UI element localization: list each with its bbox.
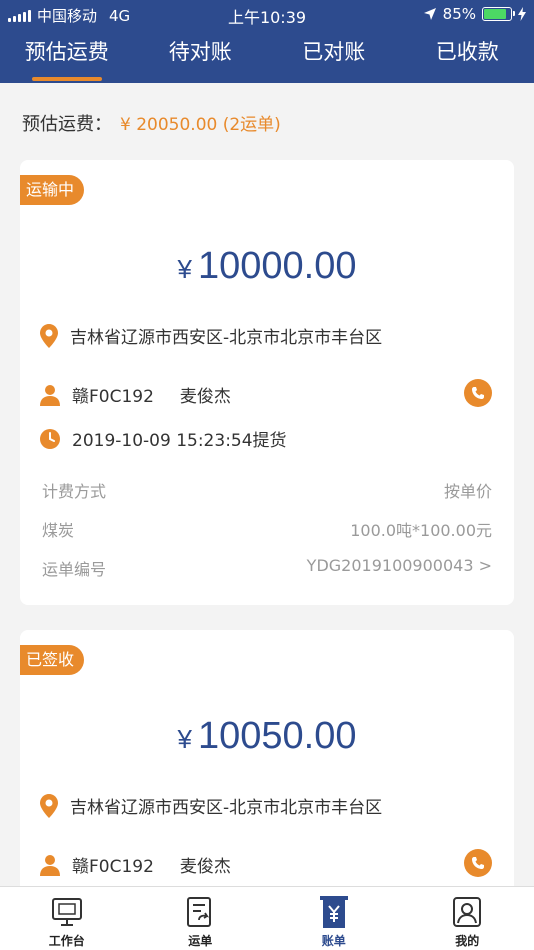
billing-method-row: 计费方式 按单价 — [42, 478, 492, 502]
driver-row: 赣F0C192 麦俊杰 — [40, 382, 231, 407]
amount: ¥10050.00 — [20, 715, 514, 758]
tab-label: 工作台 — [48, 934, 85, 948]
cargo-value: 100.0吨*100.00元 — [350, 521, 492, 540]
amount: ¥10000.00 — [20, 245, 514, 288]
battery-icon — [482, 7, 515, 21]
order-value[interactable]: YDG2019100900043 > — [307, 556, 492, 580]
tab-bill[interactable]: 账单 — [267, 887, 401, 950]
bill-icon — [317, 895, 351, 929]
person-icon — [40, 384, 60, 406]
call-button[interactable] — [464, 379, 492, 407]
location-pin-icon — [40, 323, 58, 348]
freight-summary: 预估运费： ¥ 20050.00 (2运单) — [22, 110, 281, 136]
waybill-card[interactable]: 已签收 ¥10050.00 吉林省辽源市西安区-北京市北京市丰台区 赣F0C19… — [20, 630, 514, 930]
pickup-time: 2019-10-09 15:23:54提货 — [72, 431, 287, 451]
monitor-icon — [50, 895, 84, 929]
billing-label: 计费方式 — [42, 482, 107, 501]
cargo-label: 煤炭 — [42, 521, 75, 540]
driver-row: 赣F0C192 麦俊杰 — [40, 852, 231, 877]
plate-number: 赣F0C192 — [72, 387, 154, 407]
bottom-tab-bar: 工作台 运单 账单 我的 — [0, 886, 534, 950]
location-arrow-icon — [423, 8, 436, 20]
amount-value: 10050.00 — [197, 715, 357, 757]
plate-number: 赣F0C192 — [72, 857, 154, 877]
order-number-row[interactable]: 运单编号 YDG2019100900043 > — [42, 556, 492, 580]
order-label: 运单编号 — [42, 560, 107, 579]
route-text: 吉林省辽源市西安区-北京市北京市丰台区 — [70, 798, 383, 818]
tab-workbench[interactable]: 工作台 — [0, 887, 134, 950]
status-bar: 中国移动 4G 上午10:39 85% — [0, 0, 534, 28]
header: 中国移动 4G 上午10:39 85% 预估运费 待对账 已对账 已收款 — [0, 0, 534, 83]
waybill-icon — [183, 895, 217, 929]
tab-estimated-freight[interactable]: 预估运费 — [0, 36, 134, 81]
route-row: 吉林省辽源市西安区-北京市北京市丰台区 — [40, 323, 382, 348]
status-badge: 运输中 — [20, 175, 85, 205]
tab-reconciled[interactable]: 已对账 — [267, 36, 401, 76]
currency-symbol: ¥ — [177, 254, 192, 284]
driver-name: 麦俊杰 — [179, 857, 231, 877]
charging-icon — [518, 7, 526, 21]
tab-label: 我的 — [455, 934, 480, 948]
currency-symbol: ¥ — [177, 724, 192, 754]
route-row: 吉林省辽源市西安区-北京市北京市丰台区 — [40, 793, 382, 818]
tab-label: 账单 — [321, 934, 346, 948]
summary-label: 预估运费： — [22, 114, 112, 135]
tab-profile[interactable]: 我的 — [401, 887, 534, 950]
tab-pending-reconcile[interactable]: 待对账 — [134, 36, 268, 76]
clock-icon — [40, 428, 60, 449]
battery-percent: 85% — [442, 5, 476, 23]
summary-value: ¥ 20050.00 (2运单) — [120, 115, 281, 135]
tab-waybill[interactable]: 运单 — [134, 887, 268, 950]
waybill-card[interactable]: 运输中 ¥10000.00 吉林省辽源市西安区-北京市北京市丰台区 赣F0C19… — [20, 160, 514, 605]
status-badge: 已签收 — [20, 645, 85, 675]
phone-icon — [472, 857, 484, 869]
profile-icon — [450, 895, 484, 929]
tab-bar-top: 预估运费 待对账 已对账 已收款 — [0, 36, 534, 81]
driver-name: 麦俊杰 — [179, 387, 231, 407]
amount-value: 10000.00 — [197, 245, 357, 287]
tab-label: 运单 — [188, 934, 213, 948]
pickup-row: 2019-10-09 15:23:54提货 — [40, 426, 287, 451]
cargo-row: 煤炭 100.0吨*100.00元 — [42, 517, 492, 541]
tab-received[interactable]: 已收款 — [401, 36, 534, 76]
route-text: 吉林省辽源市西安区-北京市北京市丰台区 — [70, 328, 383, 348]
location-pin-icon — [40, 793, 58, 818]
call-button[interactable] — [464, 849, 492, 877]
phone-icon — [472, 387, 484, 399]
person-icon — [40, 854, 60, 876]
billing-value: 按单价 — [443, 482, 492, 501]
